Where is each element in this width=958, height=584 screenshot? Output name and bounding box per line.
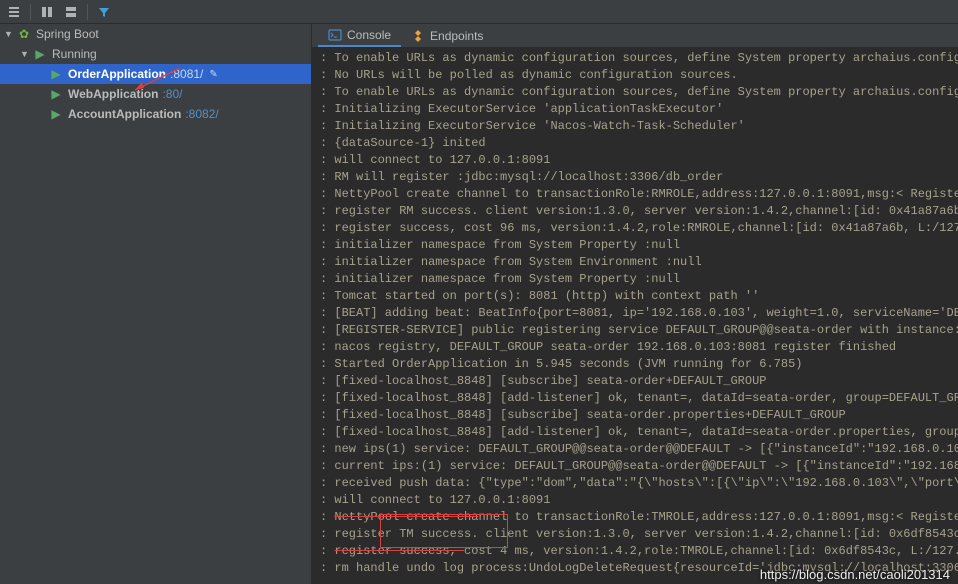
log-line: : register RM success. client version:1.… <box>320 203 950 220</box>
play-icon: ▶ <box>48 67 64 81</box>
console-icon <box>328 28 342 42</box>
pencil-icon[interactable]: ✎ <box>209 69 217 80</box>
main-layout: ▼ ✿ Spring Boot ▼ ▶ Running ▶ OrderAppli… <box>0 24 958 584</box>
chevron-down-icon: ▼ <box>4 29 16 39</box>
app-name: WebApplication <box>68 87 158 101</box>
log-line: : [fixed-localhost_8848] [add-listener] … <box>320 390 950 407</box>
log-line: : register TM success. client version:1.… <box>320 526 950 543</box>
spring-icon: ✿ <box>16 27 32 41</box>
separator <box>30 4 31 20</box>
log-line: : NettyPool create channel to transactio… <box>320 186 950 203</box>
log-line: : To enable URLs as dynamic configuratio… <box>320 84 950 101</box>
toolbar <box>0 0 958 24</box>
log-line: : register success, cost 96 ms, version:… <box>320 220 950 237</box>
log-line: : initializer namespace from System Prop… <box>320 237 950 254</box>
tree-label: Running <box>52 47 97 61</box>
log-line: : {dataSource-1} inited <box>320 135 950 152</box>
console-tabs: Console Endpoints <box>312 24 958 48</box>
separator <box>87 4 88 20</box>
watermark: https://blog.csdn.net/caoli201314 <box>760 567 950 582</box>
app-name: AccountApplication <box>68 107 181 121</box>
tree-app-account[interactable]: ▶ AccountApplication :8082/ <box>0 104 311 124</box>
tree-root-springboot[interactable]: ▼ ✿ Spring Boot <box>0 24 311 44</box>
toggle-tree-icon[interactable] <box>4 2 24 22</box>
endpoints-icon <box>411 29 425 43</box>
console-output[interactable]: : To enable URLs as dynamic configuratio… <box>312 48 958 584</box>
chevron-down-icon: ▼ <box>20 49 32 59</box>
app-port: :8082/ <box>185 107 218 121</box>
expand-icon[interactable] <box>37 2 57 22</box>
log-line: : current ips:(1) service: DEFAULT_GROUP… <box>320 458 950 475</box>
play-icon: ▶ <box>48 107 64 121</box>
log-line: : initializer namespace from System Prop… <box>320 271 950 288</box>
console-panel: Console Endpoints : To enable URLs as dy… <box>312 24 958 584</box>
log-line: : register success, cost 4 ms, version:1… <box>320 543 950 560</box>
log-line: : nacos registry, DEFAULT_GROUP seata-or… <box>320 339 950 356</box>
tab-label: Endpoints <box>430 29 483 43</box>
log-line: : RM will register :jdbc:mysql://localho… <box>320 169 950 186</box>
log-line: : Tomcat started on port(s): 8081 (http)… <box>320 288 950 305</box>
tab-label: Console <box>347 28 391 42</box>
tree-app-web[interactable]: ▶ WebApplication :80/ <box>0 84 311 104</box>
log-line: : [fixed-localhost_8848] [subscribe] sea… <box>320 407 950 424</box>
log-line: : No URLs will be polled as dynamic conf… <box>320 67 950 84</box>
log-line: : initializer namespace from System Envi… <box>320 254 950 271</box>
tree-running-group[interactable]: ▼ ▶ Running <box>0 44 311 64</box>
log-line: : NettyPool create channel to transactio… <box>320 509 950 526</box>
tab-endpoints[interactable]: Endpoints <box>401 25 493 47</box>
log-line: : [REGISTER-SERVICE] public registering … <box>320 322 950 339</box>
filter-icon[interactable] <box>94 2 114 22</box>
log-line: : Initializing ExecutorService 'Nacos-Wa… <box>320 118 950 135</box>
log-line: : received push data: {"type":"dom","dat… <box>320 475 950 492</box>
tree-label: Spring Boot <box>36 27 99 41</box>
play-icon: ▶ <box>48 87 64 101</box>
log-line: : To enable URLs as dynamic configuratio… <box>320 50 950 67</box>
log-line: : [BEAT] adding beat: BeatInfo{port=8081… <box>320 305 950 322</box>
log-line: : [fixed-localhost_8848] [add-listener] … <box>320 424 950 441</box>
collapse-icon[interactable] <box>61 2 81 22</box>
log-line: : Initializing ExecutorService 'applicat… <box>320 101 950 118</box>
log-line: : [fixed-localhost_8848] [subscribe] sea… <box>320 373 950 390</box>
tab-console[interactable]: Console <box>318 25 401 47</box>
app-port: :8081/ <box>170 67 203 81</box>
log-line: : Started OrderApplication in 5.945 seco… <box>320 356 950 373</box>
app-name: OrderApplication <box>68 67 166 81</box>
log-line: : will connect to 127.0.0.1:8091 <box>320 152 950 169</box>
log-line: : new ips(1) service: DEFAULT_GROUP@@sea… <box>320 441 950 458</box>
log-line: : will connect to 127.0.0.1:8091 <box>320 492 950 509</box>
run-dashboard-sidebar: ▼ ✿ Spring Boot ▼ ▶ Running ▶ OrderAppli… <box>0 24 312 584</box>
app-port: :80/ <box>162 87 182 101</box>
play-icon: ▶ <box>32 47 48 61</box>
tree-app-order[interactable]: ▶ OrderApplication :8081/ ✎ <box>0 64 311 84</box>
